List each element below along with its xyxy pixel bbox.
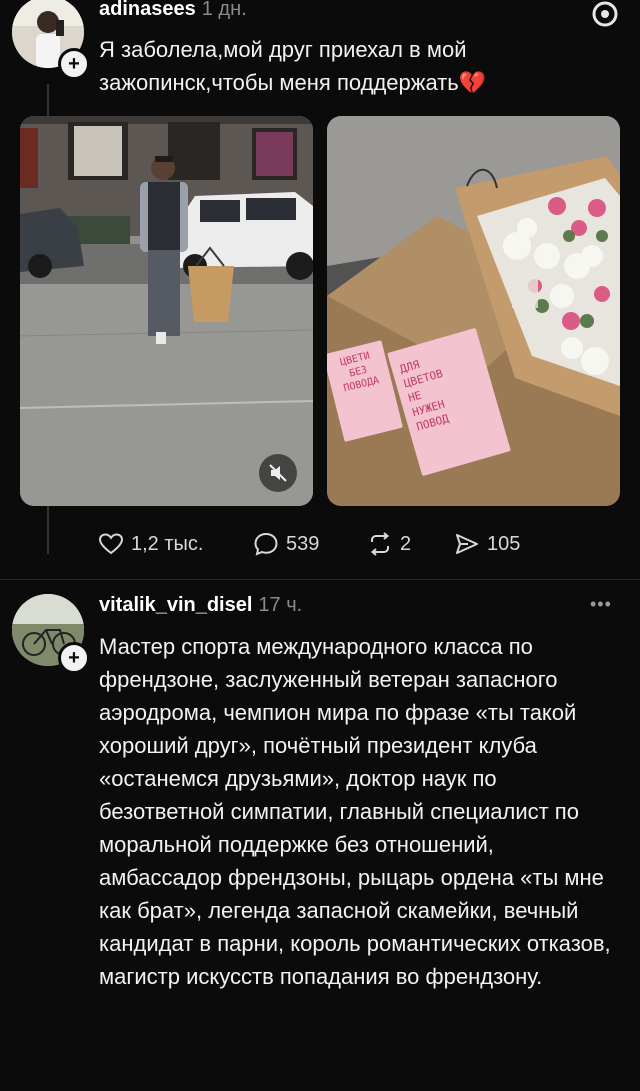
comment-icon (252, 530, 280, 558)
muted-speaker-icon[interactable] (259, 454, 297, 492)
comment-button[interactable]: 539 (252, 530, 319, 558)
follow-plus-icon[interactable]: + (58, 642, 90, 674)
pin-icon[interactable] (590, 0, 620, 35)
post-time: 17 ч. (258, 594, 303, 616)
comment-text: Мастер спорта международного класса по ф… (99, 634, 611, 989)
repost-count: 2 (400, 532, 412, 555)
like-button[interactable]: 1,2 тыс. (97, 530, 203, 558)
send-icon (453, 530, 481, 558)
share-count: 105 (487, 532, 521, 555)
repost-icon (366, 530, 394, 558)
username[interactable]: vitalik_vin_disel (99, 594, 252, 616)
post-photo-street[interactable] (20, 116, 313, 506)
follow-plus-icon[interactable]: + (58, 48, 90, 80)
post-time: 1 дн. (201, 0, 247, 20)
comment-count: 539 (286, 532, 320, 555)
share-button[interactable]: 105 (453, 530, 520, 558)
heart-icon (97, 530, 125, 558)
repost-button[interactable]: 2 (366, 530, 411, 558)
more-options-icon[interactable]: ••• (590, 594, 612, 615)
like-count: 1,2 тыс. (131, 532, 204, 555)
post-photo-flowers[interactable]: ЦВЕТИ БЕЗ ПОВОДА ДЛЯ ЦВЕТОВ НЕ НУЖЕН ПОВ… (327, 116, 620, 506)
username[interactable]: adinasees (99, 0, 196, 20)
post-text: Я заболела,мой друг приехал в мой зажопи… (99, 37, 487, 95)
divider (0, 579, 640, 580)
